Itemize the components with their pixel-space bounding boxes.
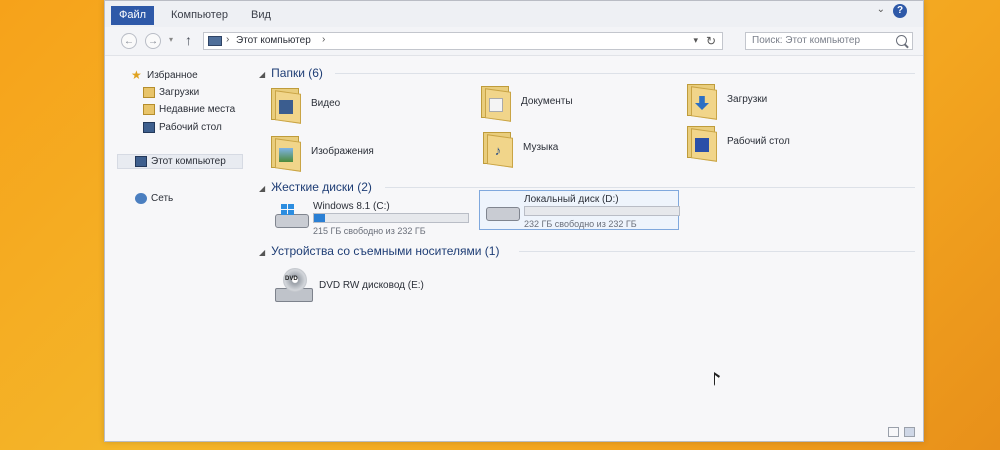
group-header-folders[interactable]: ◢ Папки (6): [259, 66, 323, 80]
sidebar-item-label: Рабочий стол: [159, 122, 222, 133]
group-header-label: Папки (6): [271, 66, 323, 80]
tab-view[interactable]: Вид: [243, 6, 279, 25]
sidebar-item-label: Избранное: [147, 70, 198, 81]
navigation-pane: ★ Избранное Загрузки Недавние места Рабо…: [105, 56, 245, 426]
sidebar-item-label: Недавние места: [159, 104, 236, 115]
folder-item-documents[interactable]: Документы: [479, 82, 679, 126]
music-folder-icon: ♪: [481, 128, 515, 168]
tab-computer[interactable]: Компьютер: [163, 6, 236, 25]
address-dropdown-icon[interactable]: ▾: [693, 35, 698, 46]
folder-label: Музыка: [523, 142, 559, 153]
folder-item-pictures[interactable]: Изображения: [269, 132, 469, 176]
video-folder-icon: [269, 84, 303, 124]
up-button[interactable]: ↑: [185, 32, 192, 48]
folder-item-video[interactable]: Видео: [269, 84, 469, 128]
drive-item-d[interactable]: Локальный диск (D:) 232 ГБ свободно из 2…: [479, 190, 680, 230]
help-icon[interactable]: ?: [893, 4, 907, 18]
hard-drive-icon: [486, 199, 520, 223]
ribbon-expand-chevron-icon[interactable]: ⌄: [877, 4, 885, 15]
folder-item-music[interactable]: ♪ Музыка: [481, 128, 681, 172]
tab-file[interactable]: Файл: [111, 6, 155, 25]
folder-label: Видео: [311, 98, 341, 109]
group-header-removable[interactable]: ◢ Устройства со съемными носителями (1): [259, 244, 499, 258]
address-bar[interactable]: › Этот компьютер › ▾ ↻: [203, 32, 723, 50]
drive-item-c[interactable]: Windows 8.1 (C:) 215 ГБ свободно из 232 …: [269, 198, 469, 238]
breadcrumb-separator-icon[interactable]: ›: [226, 34, 229, 45]
mouse-cursor-icon: [714, 372, 720, 386]
pictures-folder-icon: [269, 132, 303, 172]
breadcrumb[interactable]: Этот компьютер: [236, 35, 311, 46]
dvd-icon-label: DVD: [285, 276, 298, 282]
system-drive-icon: [275, 204, 309, 230]
sidebar-item-label: Этот компьютер: [151, 156, 226, 167]
group-header-label: Жесткие диски (2): [271, 180, 372, 194]
computer-icon: [135, 156, 147, 167]
star-icon: ★: [131, 68, 142, 82]
content-pane: ◢ Папки (6) Видео Документы Загрузки Изо…: [255, 56, 915, 426]
recent-locations-dropdown-icon[interactable]: ▾: [169, 35, 173, 44]
group-divider: [519, 251, 915, 252]
desktop-icon: [143, 122, 155, 133]
computer-icon: [208, 36, 222, 46]
folder-label: Загрузки: [727, 94, 768, 105]
back-button[interactable]: ←: [121, 33, 137, 49]
drive-name: DVD RW дисковод (E:): [319, 280, 424, 291]
search-icon[interactable]: [896, 35, 907, 46]
explorer-window: Файл Компьютер Вид ⌄ ? ← → ▾ ↑ › Этот ко…: [104, 0, 924, 442]
folder-label: Документы: [521, 96, 573, 107]
collapse-triangle-icon[interactable]: ◢: [259, 184, 265, 193]
sidebar-item-label: Сеть: [151, 193, 174, 204]
search-placeholder: Поиск: Этот компьютер: [752, 35, 861, 46]
search-input[interactable]: Поиск: Этот компьютер: [745, 32, 913, 50]
folder-label: Изображения: [311, 146, 374, 157]
status-bar: [105, 423, 923, 441]
forward-button[interactable]: →: [145, 33, 161, 49]
breadcrumb-separator-icon[interactable]: ›: [322, 34, 325, 45]
documents-folder-icon: [479, 82, 513, 122]
network-icon: [135, 193, 147, 204]
drive-name: Windows 8.1 (C:): [313, 201, 390, 212]
windows-logo-icon: [281, 204, 295, 216]
downloads-folder-icon: [143, 87, 155, 98]
drive-name: Локальный диск (D:): [524, 194, 619, 205]
drive-usage-bar: [313, 213, 469, 223]
drive-free-space: 215 ГБ свободно из 232 ГБ: [313, 226, 426, 236]
recent-places-icon: [143, 104, 155, 115]
folder-item-desktop[interactable]: Рабочий стол: [685, 122, 885, 166]
refresh-icon[interactable]: ↻: [706, 34, 716, 48]
sidebar-item-label: Загрузки: [159, 87, 200, 98]
downloads-folder-icon: [685, 80, 719, 120]
desktop-folder-icon: [685, 122, 719, 162]
tiles-view-icon[interactable]: [904, 427, 915, 437]
drive-usage-bar: [524, 206, 680, 216]
drive-item-e[interactable]: DVD DVD RW дисковод (E:): [275, 268, 515, 308]
dvd-drive-icon: DVD: [275, 268, 315, 304]
details-view-icon[interactable]: [888, 427, 899, 437]
collapse-triangle-icon[interactable]: ◢: [259, 248, 265, 257]
drive-usage-fill: [314, 214, 325, 222]
group-header-drives[interactable]: ◢ Жесткие диски (2): [259, 180, 372, 194]
ribbon-tabs: Файл Компьютер Вид ⌄ ?: [105, 1, 923, 28]
group-divider: [335, 73, 915, 74]
folder-label: Рабочий стол: [727, 136, 790, 147]
address-toolbar: ← → ▾ ↑ › Этот компьютер › ▾ ↻ Поиск: Эт…: [105, 27, 923, 56]
drive-free-space: 232 ГБ свободно из 232 ГБ: [524, 219, 637, 229]
group-divider: [385, 187, 915, 188]
folder-item-downloads[interactable]: Загрузки: [685, 80, 885, 124]
collapse-triangle-icon[interactable]: ◢: [259, 70, 265, 79]
group-header-label: Устройства со съемными носителями (1): [271, 244, 500, 258]
